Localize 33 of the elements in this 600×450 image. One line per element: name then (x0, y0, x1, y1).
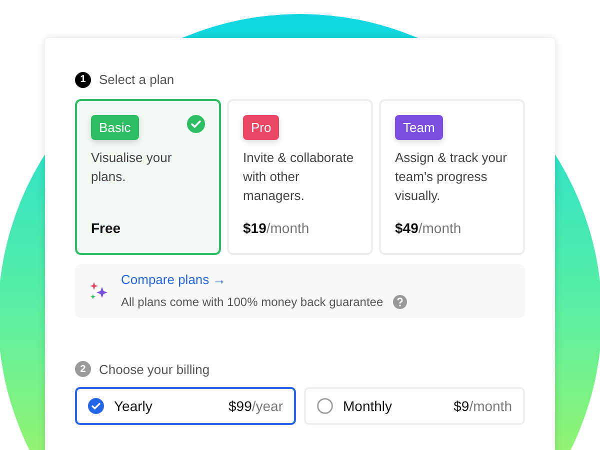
plan-badge: Team (395, 114, 443, 140)
plan-price: $49 (395, 220, 418, 236)
radio-checked-icon (88, 398, 104, 414)
step-number: 1 (75, 72, 91, 88)
plan-price: $19 (243, 220, 266, 236)
help-icon[interactable] (393, 295, 408, 310)
billing-label: Yearly (114, 396, 152, 416)
billing-price: $99 (228, 398, 252, 414)
plan-description: Assign & track your team’s progress visually. (395, 149, 508, 205)
plan-option[interactable]: Basic Visualise your plans. Free (75, 98, 221, 254)
plan-description: Invite & collaborate with other managers. (243, 149, 355, 205)
price-unit: /year (252, 398, 283, 414)
check-icon (187, 114, 205, 132)
price-unit: /month (418, 220, 462, 236)
plan-badge: Basic (91, 114, 139, 140)
plan-option[interactable]: Pro Invite & collaborate with other managers. $19/month (227, 98, 373, 254)
billing-price: $9 (454, 398, 470, 414)
compare-plans-link[interactable]: Compare plans → (121, 270, 408, 290)
radio-icon (317, 398, 333, 414)
plan-option[interactable]: Team Assign & track your team’s progress visually. $49/month (379, 98, 525, 254)
step-title: Select a plan (99, 71, 174, 89)
plan-price: Free (91, 220, 121, 236)
sparkle-icon (89, 280, 109, 300)
billing-label: Monthly (343, 396, 392, 416)
price-unit: /month (266, 220, 310, 236)
step-title: Choose your billing (99, 360, 210, 379)
billing-option[interactable]: Yearly $99/year (75, 387, 296, 425)
price-unit: /month (469, 398, 512, 414)
billing-option[interactable]: Monthly $9/month (304, 387, 525, 425)
guarantee-text: All plans come with 100% money back guarantee (121, 294, 384, 312)
plan-description: Visualise your plans. (91, 149, 173, 186)
plan-badge: Pro (243, 114, 280, 140)
step-number: 2 (75, 361, 91, 378)
